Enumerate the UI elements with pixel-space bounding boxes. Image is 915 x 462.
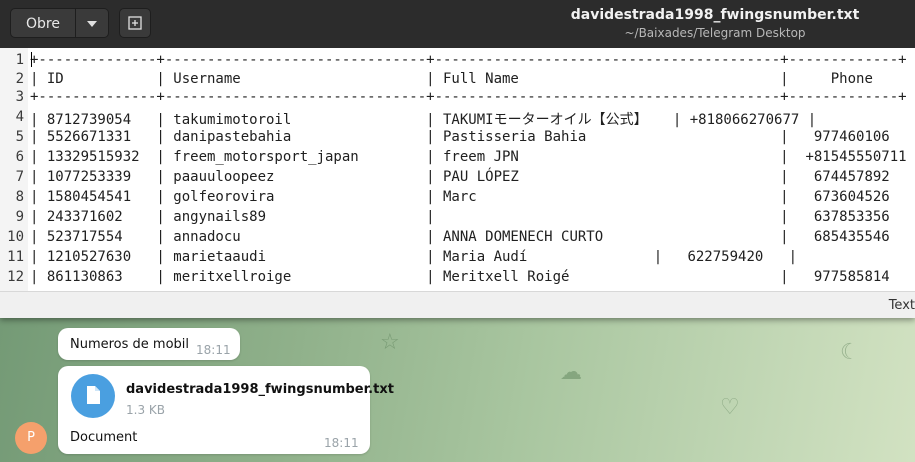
open-dropdown-button[interactable] (76, 8, 109, 38)
line-text: | 13329515932 | freem_motorsport_japan |… (30, 149, 915, 165)
window-title: davidestrada1998_fwingsnumber.txt (570, 7, 860, 23)
line-text: +--------------+------------------------… (30, 89, 907, 105)
line-number: 5 (15, 129, 24, 145)
file-size: 1.3 KB (126, 403, 165, 417)
avatar[interactable]: P (15, 422, 47, 454)
doodle-moon-icon: ☾ (840, 340, 860, 365)
new-tab-icon (128, 16, 142, 30)
line-text: | 5526671331 | danipastebahia | Pastisse… (30, 129, 915, 145)
message-text: Document (70, 430, 138, 445)
line-number: 8 (15, 189, 24, 205)
line-number: 10 (7, 229, 24, 245)
text-editor-window: Obre davidestrada1998_fwingsnumber.txt ~… (0, 0, 915, 318)
line-text: | 8712739054 | takumimotoroil | TAKUMIモー… (30, 112, 817, 128)
text-area[interactable]: 1 +--------------+-----------------------… (0, 48, 915, 291)
file-name[interactable]: davidestrada1998_fwingsnumber.txt (126, 382, 394, 397)
message-text: Numeros de mobil (70, 337, 190, 352)
language-selector[interactable]: Text (889, 298, 915, 313)
line-text: | 861130863 | meritxellroige | Meritxell… (30, 269, 915, 285)
line-number: 11 (7, 249, 24, 265)
line-number: 9 (15, 209, 24, 225)
status-bar: Text (0, 291, 915, 318)
file-download-button[interactable] (71, 374, 115, 418)
text-cursor (31, 52, 32, 67)
line-number: 1 (15, 52, 24, 68)
line-number: 4 (15, 109, 24, 125)
line-text: | 1580454541 | golfeorovira | Marc | 673… (30, 189, 915, 205)
file-message[interactable]: davidestrada1998_fwingsnumber.txt 1.3 KB… (58, 366, 394, 454)
caption-message[interactable]: Numeros de mobil 18:11 (58, 328, 240, 360)
line-number: 12 (7, 269, 24, 285)
doodle-star-icon: ☆ (380, 330, 400, 355)
doodle-heart-icon: ♡ (720, 395, 740, 420)
message-time: 18:11 (324, 436, 359, 450)
chevron-down-icon (87, 21, 97, 27)
doodle-cloud-icon: ☁ (560, 360, 582, 385)
new-document-button[interactable] (119, 8, 151, 38)
header-bar: Obre davidestrada1998_fwingsnumber.txt ~… (0, 0, 915, 49)
line-number: 2 (15, 71, 24, 87)
line-text: | 1210527630 | marietaaudi | Maria Audí … (30, 249, 798, 265)
message-time: 18:11 (196, 343, 231, 357)
line-text: | 243371602 | angynails89 | | 637853356 … (30, 209, 915, 225)
line-text: | 523717554 | annadocu | ANNA DOMENECH C… (30, 229, 915, 245)
line-number: 3 (15, 89, 24, 105)
line-text: +--------------+------------------------… (30, 52, 907, 68)
window-subtitle: ~/Baixades/Telegram Desktop (624, 26, 806, 40)
open-button[interactable]: Obre (10, 8, 76, 38)
document-icon (87, 386, 100, 404)
line-text: | ID | Username | Full Name | Phone | (30, 71, 915, 87)
line-text: | 1077253339 | paauuloopeez | PAU LÓPEZ … (30, 169, 915, 185)
line-number: 6 (15, 149, 24, 165)
line-number: 7 (15, 169, 24, 185)
